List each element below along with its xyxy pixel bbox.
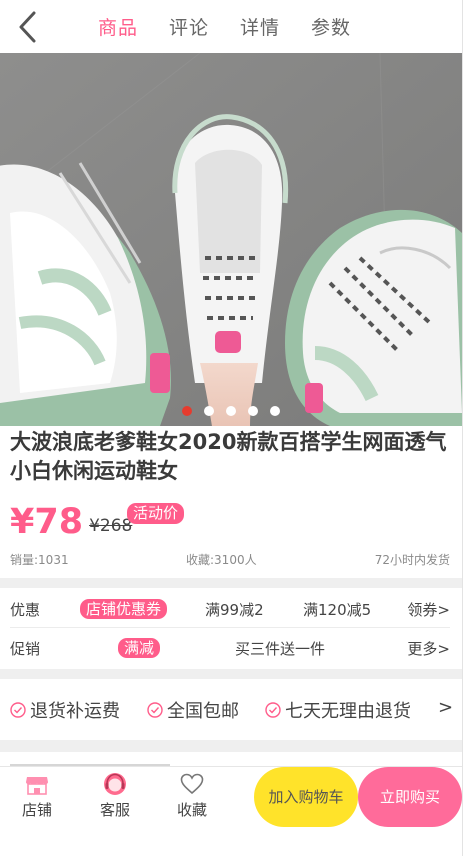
service-label: 退货补运费 <box>30 701 120 722</box>
divider <box>0 578 462 588</box>
shipping-info: 72小时内发货 <box>374 553 450 567</box>
service-item: 七天无理由退货 <box>265 698 411 722</box>
scrollbar-track[interactable] <box>462 0 471 856</box>
discount-label: 优惠 <box>10 601 41 619</box>
promotion-badge: 满减 <box>118 638 161 658</box>
product-photo <box>0 53 462 426</box>
back-button[interactable] <box>14 10 44 44</box>
carousel-dot[interactable] <box>270 406 280 416</box>
tab-product[interactable]: 商品 <box>98 13 138 40</box>
tab-reviews[interactable]: 评论 <box>169 13 209 40</box>
service-item: 全国包邮 <box>147 698 239 722</box>
promotion-row: 促销 满减 买三件送一件 更多> <box>10 638 450 660</box>
chevron-left-icon <box>19 11 36 43</box>
deal-text: 满99减2 <box>205 601 264 619</box>
tab-specs[interactable]: 参数 <box>311 13 351 40</box>
top-nav: 商品 评论 详情 参数 <box>0 0 462 53</box>
price-row: ¥78 ¥268 <box>10 498 132 542</box>
divider <box>0 669 462 679</box>
check-circle-icon <box>147 702 163 718</box>
store-coupon-badge: 店铺优惠券 <box>80 599 168 619</box>
tab-bar: 商品 评论 详情 参数 <box>98 0 382 53</box>
promotion-label: 促销 <box>10 640 41 658</box>
promotion-text: 买三件送一件 <box>235 640 326 658</box>
product-meta: 销量:1031 收藏:3100人 72小时内发货 <box>10 551 450 569</box>
store-label: 店铺 <box>21 801 52 819</box>
carousel-dot[interactable] <box>248 406 258 416</box>
buy-now-button[interactable]: 立即购买 <box>358 767 462 827</box>
store-icon <box>26 777 48 795</box>
product-image-carousel[interactable] <box>0 53 462 426</box>
tab-details[interactable]: 详情 <box>240 13 280 40</box>
discount-row: 优惠 店铺优惠券 满99减2 满120减5 领券> <box>10 599 450 621</box>
product-title: 大波浪底老爹鞋女2020新款百搭学生网面透气小白休闲运动鞋女 <box>10 430 447 483</box>
customer-service-icon <box>104 773 126 795</box>
deal-text: 满120减5 <box>303 601 372 619</box>
divider <box>0 740 462 752</box>
original-price: ¥268 <box>89 516 133 536</box>
favorite-count: 收藏:3100人 <box>186 553 257 567</box>
favorite-button[interactable]: 收藏 <box>167 771 217 820</box>
store-button[interactable]: 店铺 <box>12 771 62 820</box>
more-link[interactable]: 更多> <box>407 638 450 659</box>
check-circle-icon <box>10 702 26 718</box>
sales-count: 销量:1031 <box>10 553 69 567</box>
service-label: 客服 <box>99 801 130 819</box>
add-to-cart-button[interactable]: 加入购物车 <box>254 767 358 827</box>
carousel-dots <box>0 406 462 416</box>
service-item: 退货补运费 <box>10 698 120 722</box>
carousel-dot[interactable] <box>204 406 214 416</box>
current-price: ¥78 <box>10 502 84 542</box>
service-label: 七天无理由退货 <box>285 701 411 722</box>
check-circle-icon <box>265 702 281 718</box>
get-coupon-link[interactable]: 领券> <box>407 599 450 620</box>
services-arrow[interactable]: > <box>438 697 453 718</box>
service-label: 全国包邮 <box>167 701 239 722</box>
carousel-dot[interactable] <box>226 406 236 416</box>
heart-icon <box>180 773 204 795</box>
carousel-dot[interactable] <box>182 406 192 416</box>
promo-price-tag: 活动价 <box>127 503 185 524</box>
divider <box>10 627 450 628</box>
favorite-label: 收藏 <box>176 801 207 819</box>
customer-service-button[interactable]: 客服 <box>90 771 140 820</box>
